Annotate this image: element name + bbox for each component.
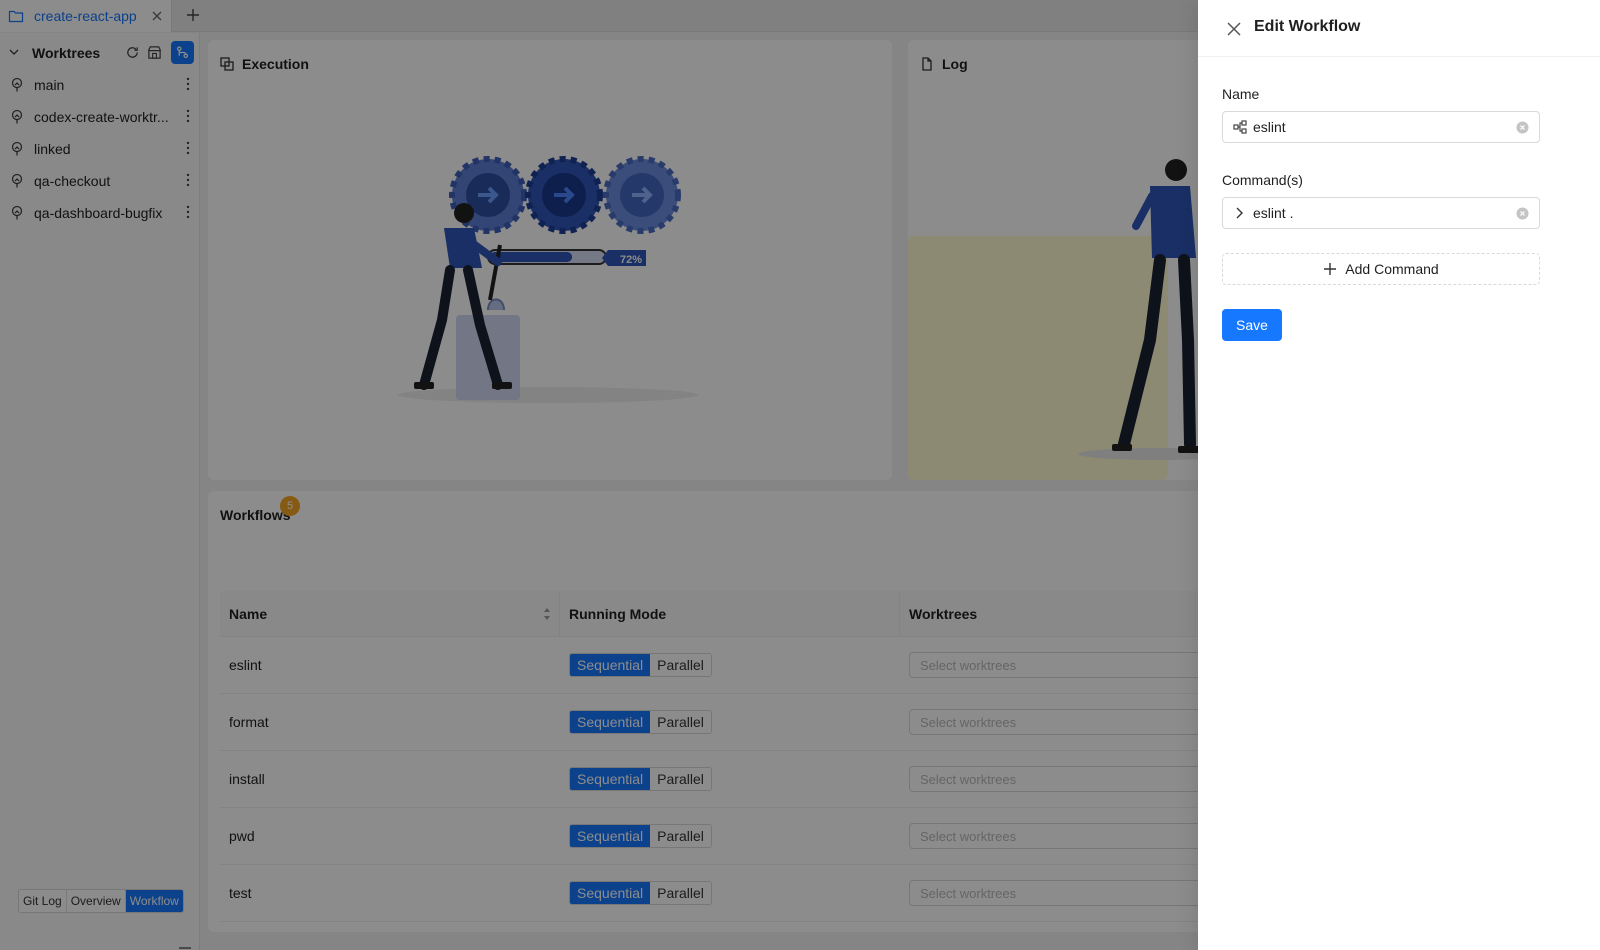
terminal-prompt-icon xyxy=(1236,207,1243,219)
add-command-label: Add Command xyxy=(1345,261,1439,277)
clear-icon[interactable] xyxy=(1516,121,1529,134)
command-input[interactable] xyxy=(1253,205,1516,221)
add-command-button[interactable]: Add Command xyxy=(1222,253,1540,285)
save-button[interactable]: Save xyxy=(1222,309,1282,341)
command-field[interactable] xyxy=(1222,197,1540,229)
workflow-icon xyxy=(1233,120,1247,134)
clear-icon[interactable] xyxy=(1516,207,1529,220)
drawer-title: Edit Workflow xyxy=(1254,18,1361,35)
commands-label: Command(s) xyxy=(1222,172,1303,188)
name-input[interactable] xyxy=(1253,119,1516,135)
name-field[interactable] xyxy=(1222,111,1540,143)
name-label: Name xyxy=(1222,86,1260,102)
drawer-header: Edit Workflow xyxy=(1198,0,1600,57)
close-icon[interactable] xyxy=(1226,21,1242,37)
plus-icon xyxy=(1324,263,1337,275)
edit-workflow-drawer: Edit Workflow Name Command(s) Add Comman… xyxy=(1198,0,1600,950)
